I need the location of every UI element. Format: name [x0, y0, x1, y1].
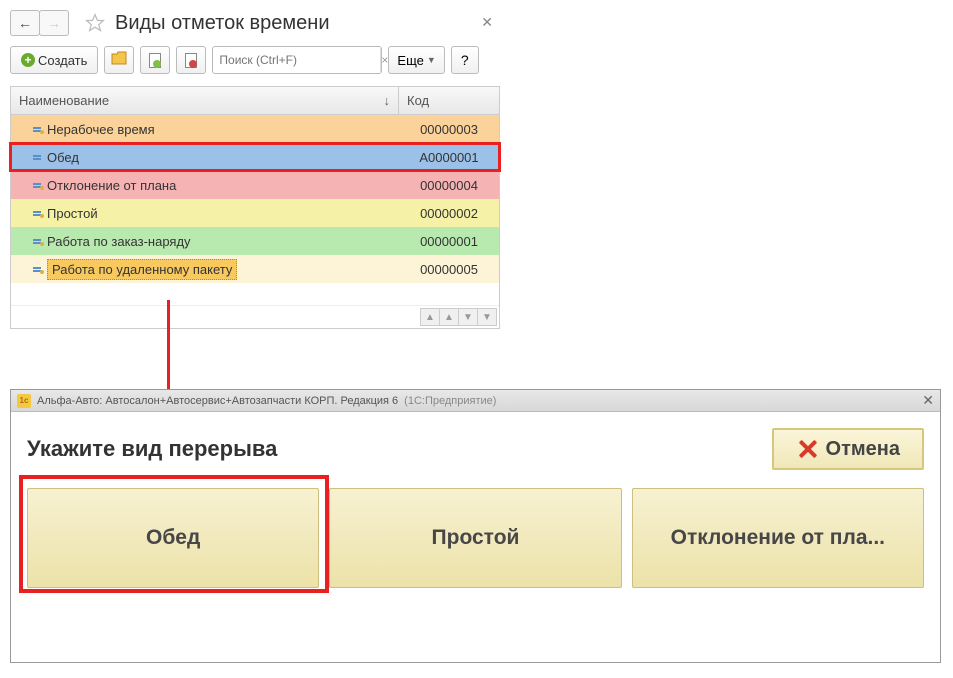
page-remove-icon	[185, 53, 197, 68]
column-code[interactable]: Код	[399, 93, 499, 108]
dialog-titlebar[interactable]: 1c Альфа-Авто: Автосалон+Автосервис+Авто…	[11, 390, 940, 412]
dialog-title-platform: (1С:Предприятие)	[404, 395, 496, 407]
create-item-button[interactable]	[140, 46, 170, 74]
app-logo-icon: 1c	[17, 394, 31, 408]
choice-button-deviation[interactable]: Отклонение от пла...	[632, 488, 924, 588]
table-row[interactable]: Работа по удаленному пакету 00000005	[11, 255, 499, 283]
favorite-star-icon[interactable]	[83, 11, 107, 35]
table-row[interactable]: Простой 00000002	[11, 199, 499, 227]
scroll-down-button[interactable]: ▼	[458, 308, 478, 326]
item-icon	[33, 267, 42, 271]
more-menu-button[interactable]: Еще ▼	[388, 46, 444, 74]
table-row[interactable]: Обед A0000001	[11, 143, 499, 171]
cancel-button[interactable]: Отмена	[772, 428, 924, 470]
scroll-bottom-button[interactable]: ▼	[477, 308, 497, 326]
create-button-label: Создать	[38, 53, 87, 68]
window-title: Виды отметок времени	[115, 12, 330, 35]
search-clear-button[interactable]: ×	[380, 47, 388, 73]
dialog-heading: Укажите вид перерыва	[27, 436, 277, 462]
create-button[interactable]: + Создать	[10, 46, 98, 74]
dialog-close-button[interactable]: ✕	[922, 392, 934, 409]
column-name[interactable]: Наименование ↓	[11, 87, 399, 114]
more-label: Еще	[397, 53, 423, 68]
nav-forward-button[interactable]: →	[39, 10, 69, 36]
grid-empty-space	[11, 283, 499, 305]
cancel-label: Отмена	[826, 438, 900, 461]
plus-icon: +	[21, 53, 35, 67]
page-add-icon	[149, 53, 161, 68]
data-grid[interactable]: Наименование ↓ Код Нерабочее время 00000…	[10, 86, 500, 329]
table-row[interactable]: Работа по заказ-наряду 00000001	[11, 227, 499, 255]
table-row[interactable]: Нерабочее время 00000003	[11, 115, 499, 143]
choice-button-idle[interactable]: Простой	[329, 488, 621, 588]
folder-button[interactable]	[104, 46, 134, 74]
nav-back-button[interactable]: ←	[10, 10, 40, 36]
scroll-up-button[interactable]: ▲	[439, 308, 459, 326]
item-icon	[33, 155, 42, 159]
cancel-x-icon	[796, 438, 818, 460]
scroll-top-button[interactable]: ▲	[420, 308, 440, 326]
item-icon	[33, 239, 42, 243]
table-row[interactable]: Отклонение от плана 00000004	[11, 171, 499, 199]
folder-icon	[111, 51, 127, 70]
delete-item-button[interactable]	[176, 46, 206, 74]
dialog-window: 1c Альфа-Авто: Автосалон+Автосервис+Авто…	[10, 389, 941, 663]
choice-button-lunch[interactable]: Обед	[27, 488, 319, 588]
dialog-title-app: Альфа-Авто: Автосалон+Автосервис+Автозап…	[37, 395, 398, 407]
grid-header[interactable]: Наименование ↓ Код	[11, 87, 499, 115]
close-icon[interactable]: ✕	[481, 14, 493, 31]
help-button[interactable]: ?	[451, 46, 479, 74]
chevron-down-icon: ▼	[427, 55, 436, 65]
sort-indicator-icon: ↓	[384, 93, 391, 108]
item-icon	[33, 211, 42, 215]
search-input[interactable]	[213, 47, 380, 73]
item-icon	[33, 183, 42, 187]
item-icon	[33, 127, 42, 131]
